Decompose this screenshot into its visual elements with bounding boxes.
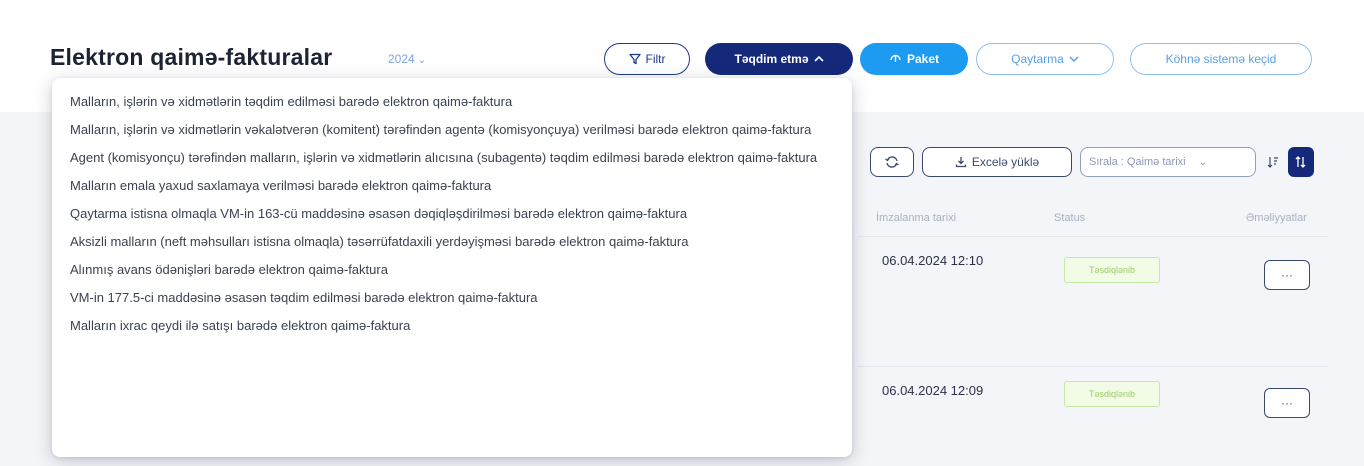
more-icon: ···: [1281, 268, 1293, 282]
submit-dropdown-button[interactable]: Təqdim etmə: [705, 43, 853, 75]
dropdown-item[interactable]: Malların, işlərin və xidmətlərin vəkalət…: [52, 116, 852, 143]
chevron-up-icon: [813, 55, 824, 62]
chevron-down-icon: ⌄: [417, 55, 427, 66]
download-icon: [955, 157, 966, 168]
sort-descending-icon: [1295, 156, 1306, 168]
year-select[interactable]: 2024 ⌄: [388, 52, 426, 66]
excel-export-button[interactable]: Excelə yüklə: [922, 147, 1072, 177]
row-actions-button[interactable]: ···: [1264, 388, 1310, 418]
column-header-signed-date: İmzalanma tarixi: [876, 212, 957, 224]
filter-icon: [628, 53, 641, 65]
table-cell-signed-date: 06.04.2024 12:09: [882, 383, 984, 398]
row-actions-button[interactable]: ···: [1264, 260, 1310, 290]
dropdown-item[interactable]: Malların ixrac qeydi ilə satışı barədə e…: [52, 312, 852, 339]
more-icon: ···: [1281, 396, 1293, 410]
status-badge: Təsdiqlənib: [1064, 381, 1160, 407]
table-row-divider: [858, 236, 1328, 237]
excel-export-label: Excelə yüklə: [971, 155, 1040, 169]
package-icon: [890, 54, 901, 62]
dropdown-item[interactable]: Agent (komisyonçu) tərəfindən malların, …: [52, 144, 852, 171]
refresh-icon: [885, 156, 899, 168]
return-dropdown-button[interactable]: Qaytarma: [976, 43, 1114, 75]
dropdown-item[interactable]: Qaytarma istisna olmaqla VM-in 163-cü ma…: [52, 200, 852, 227]
submit-label: Təqdim etmə: [734, 52, 809, 66]
package-label: Paket: [906, 52, 940, 66]
dropdown-item[interactable]: VM-in 177.5-ci maddəsinə əsasən təqdim e…: [52, 284, 852, 311]
table-row-divider: [858, 366, 1328, 367]
return-label: Qaytarma: [1011, 52, 1064, 66]
status-badge: Təsdiqlənib: [1064, 257, 1160, 283]
old-system-button[interactable]: Köhnə sistemə keçid: [1130, 43, 1312, 75]
package-button[interactable]: Paket: [860, 43, 968, 75]
column-header-status: Status: [1054, 212, 1086, 224]
filter-button[interactable]: Filtr: [604, 43, 690, 75]
dropdown-item[interactable]: Alınmış avans ödənişləri barədə elektron…: [52, 256, 852, 283]
sort-label: Sırala : Qaimə tarixi: [1089, 156, 1186, 168]
chevron-down-icon: ⌄: [1198, 156, 1207, 168]
sort-ascending-icon: [1267, 157, 1278, 168]
dropdown-item[interactable]: Aksizli malların (neft məhsulları istisn…: [52, 228, 852, 255]
filter-label: Filtr: [645, 52, 666, 66]
old-system-label: Köhnə sistemə keçid: [1165, 52, 1277, 66]
sort-ascending-button[interactable]: [1260, 147, 1286, 177]
year-value: 2024: [388, 52, 415, 66]
chevron-down-icon: [1069, 56, 1079, 63]
table-cell-signed-date: 06.04.2024 12:10: [882, 253, 984, 268]
column-header-operations: Əməliyyatlar: [1246, 212, 1307, 224]
sort-descending-button[interactable]: [1288, 147, 1314, 177]
sort-select[interactable]: Sırala : Qaimə tarixi ⌄: [1080, 147, 1256, 177]
dropdown-item[interactable]: Malların, işlərin və xidmətlərin təqdim …: [52, 88, 852, 115]
refresh-button[interactable]: [870, 147, 914, 177]
page-title: Elektron qaimə-fakturalar: [50, 44, 333, 70]
dropdown-item[interactable]: Malların emala yaxud saxlamaya verilməsi…: [52, 172, 852, 199]
submit-type-dropdown-menu: Malların, işlərin və xidmətlərin təqdim …: [52, 78, 852, 457]
